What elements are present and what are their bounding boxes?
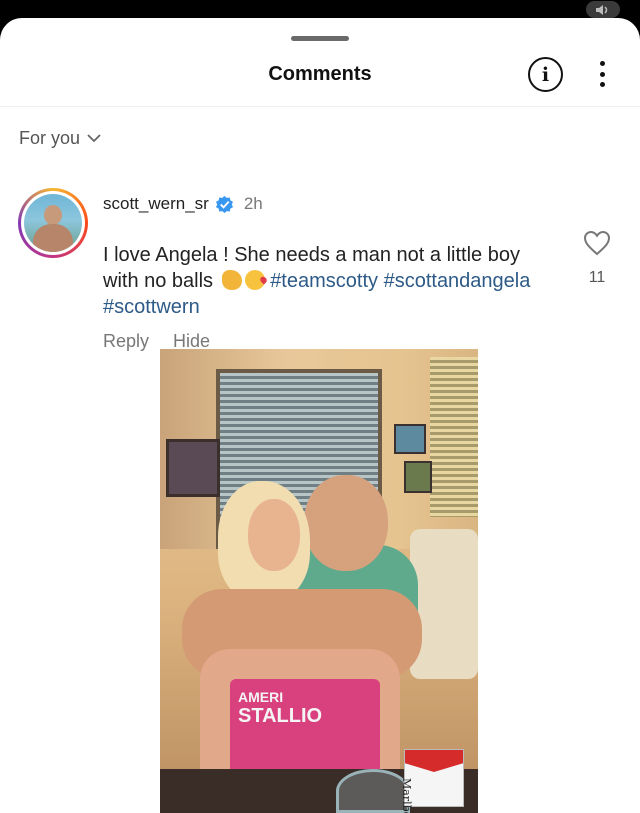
flexed-biceps-emoji-icon <box>221 270 242 290</box>
comment-text: I love Angela ! She needs a man not a li… <box>103 242 543 320</box>
hashtag-link[interactable]: #scottandangela <box>384 270 531 292</box>
comment-timestamp: 2h <box>243 194 263 213</box>
chevron-down-icon <box>87 134 101 143</box>
avatar[interactable] <box>18 188 88 258</box>
verified-badge-icon <box>215 195 234 214</box>
hashtag-link[interactable]: #scottwern <box>103 296 200 318</box>
info-icon-glyph: i <box>541 63 550 86</box>
hashtag-link[interactable]: #teamscotty <box>270 270 378 292</box>
status-bar <box>0 0 640 20</box>
comment-meta: scott_wern_sr 2h <box>103 194 263 214</box>
header-divider <box>0 106 640 107</box>
drag-handle[interactable] <box>291 36 349 41</box>
comment-attached-photo[interactable]: AMERI STALLIO Marlboro <box>160 349 478 813</box>
info-icon[interactable]: i <box>528 57 563 92</box>
reply-button[interactable]: Reply <box>103 331 149 352</box>
cigarette-pack: Marlboro <box>400 749 464 813</box>
like-count: 11 <box>588 269 606 286</box>
more-vertical-icon[interactable] <box>595 58 609 90</box>
comments-sheet: Comments i For you scott_wern_sr 2h I lo… <box>0 18 640 813</box>
shirt-text: AMERI STALLIO <box>238 689 323 727</box>
face-blowing-kiss-emoji-icon <box>244 270 265 290</box>
speaker-icon[interactable] <box>586 1 620 18</box>
heart-icon[interactable] <box>583 230 611 256</box>
comment-filter-dropdown[interactable]: For you <box>19 128 101 149</box>
filter-label: For you <box>19 128 81 148</box>
avatar-photo <box>24 194 82 252</box>
comment-username[interactable]: scott_wern_sr <box>103 194 209 214</box>
